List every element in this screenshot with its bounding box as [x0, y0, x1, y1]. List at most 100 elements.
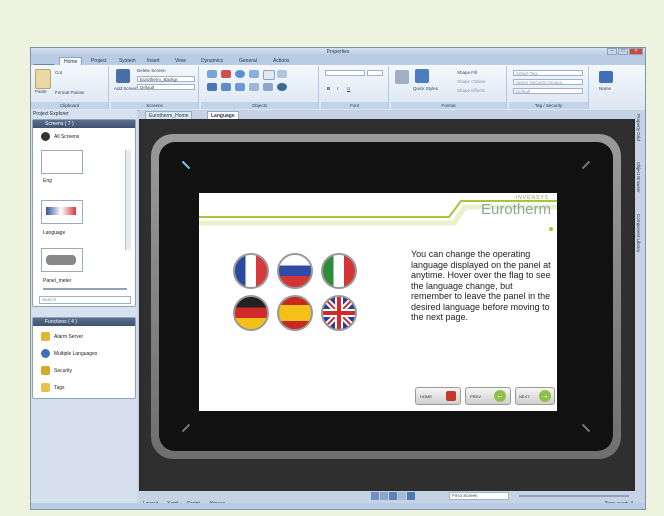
group-label-font: Font — [321, 102, 388, 109]
cut-button[interactable]: Cut — [55, 70, 62, 75]
italy-flag[interactable] — [321, 253, 357, 289]
italic-button[interactable]: I — [337, 86, 338, 91]
default-select[interactable]: Default — [137, 84, 195, 90]
image-icon[interactable] — [249, 70, 259, 78]
tab-insert[interactable]: Insert — [143, 57, 164, 65]
trend-icon[interactable] — [221, 83, 231, 91]
germany-flag[interactable] — [233, 295, 269, 331]
screen-label-language: Language — [43, 230, 66, 236]
screen-search-input[interactable]: Search — [39, 296, 131, 304]
globe-icon — [41, 349, 50, 358]
name-icon[interactable] — [599, 71, 613, 83]
switch-icon[interactable] — [263, 83, 273, 91]
document-tabs: Eurotherm_Home Language — [139, 110, 637, 119]
group-tag-security: Select Tag... Select Security Groups... … — [509, 66, 589, 109]
screens-scrollbar[interactable] — [125, 150, 131, 250]
gauge-icon[interactable] — [235, 83, 245, 91]
format-painter-button[interactable]: Format Painter — [55, 90, 85, 95]
close-button[interactable]: × — [629, 48, 643, 55]
add-screen-button[interactable]: Add Screen — [114, 86, 138, 91]
text-icon[interactable] — [263, 70, 275, 80]
quick-styles-button[interactable]: Quick Styles — [413, 86, 438, 91]
russia-flag[interactable] — [277, 253, 313, 289]
view-icon[interactable] — [389, 492, 397, 500]
doc-tab-language[interactable]: Language — [207, 111, 239, 119]
next-button-label: NEXT — [519, 394, 530, 399]
tab-project[interactable]: Project — [87, 57, 111, 65]
paste-label: Paste — [35, 89, 47, 94]
tab-dynamics[interactable]: Dynamics — [197, 57, 227, 65]
underline-button[interactable]: U — [347, 86, 350, 91]
name-button[interactable]: Name — [599, 86, 611, 91]
select-security-groups-field[interactable]: Select Security Groups... — [513, 79, 583, 85]
shape-effects-button[interactable]: Shape Effects — [457, 88, 485, 93]
title-bar: Properties – □ × — [31, 48, 645, 56]
paste-icon[interactable] — [35, 69, 51, 89]
alarm-bell-icon — [41, 332, 50, 341]
uk-flag[interactable] — [321, 295, 357, 331]
all-screens-icon — [41, 132, 50, 141]
side-tab-component-library[interactable]: Component Library — [636, 214, 641, 252]
side-tab-property-grid[interactable]: Property Grid — [636, 114, 641, 141]
shape-outline-button[interactable]: Shape Outline — [457, 79, 486, 84]
project-explorer-title: Project Explorer — [33, 111, 69, 117]
tab-home[interactable]: Home — [59, 57, 83, 65]
font-family-select[interactable] — [325, 70, 365, 76]
doc-tab-eurotherm-home[interactable]: Eurotherm_Home — [145, 111, 193, 119]
view-icon[interactable] — [371, 492, 379, 500]
group-font: B I U Font — [321, 66, 389, 109]
screen-thumb-eng[interactable] — [41, 150, 83, 174]
home-button[interactable]: HOME — [415, 387, 461, 405]
ellipse-icon[interactable] — [235, 70, 245, 78]
view-icon[interactable] — [407, 492, 415, 500]
screens-header[interactable]: Screens ( 7 ) — [33, 120, 135, 128]
group-label-clipboard: Clipboard — [31, 102, 108, 109]
spain-flag[interactable] — [277, 295, 313, 331]
side-tab-object-browser[interactable]: Object Browser — [636, 162, 641, 193]
view-icon[interactable] — [398, 492, 406, 500]
tab-general[interactable]: General — [235, 57, 261, 65]
arrange-icon[interactable] — [395, 70, 409, 84]
screen-label-panel-meter: Panel_meter — [43, 278, 72, 284]
zoom-slider[interactable] — [519, 495, 629, 497]
shape-icon[interactable] — [207, 70, 217, 78]
thumbnail-size-slider[interactable] — [43, 288, 127, 290]
home-icon — [446, 391, 456, 401]
tab-system[interactable]: System — [115, 57, 140, 65]
slider-icon[interactable] — [249, 83, 259, 91]
screen-thumb-language[interactable] — [41, 200, 83, 224]
line-icon[interactable] — [221, 70, 231, 78]
project-explorer: Project Explorer Screens ( 7 ) All Scree… — [31, 110, 137, 509]
design-canvas[interactable]: INVENSYS Eurotherm You can change the op… — [141, 119, 633, 491]
status-bar — [31, 503, 645, 509]
add-screen-icon[interactable] — [116, 69, 130, 83]
background-select[interactable]: Eurotherm_Backgr — [137, 76, 195, 82]
next-button[interactable]: NEXT → — [515, 387, 555, 405]
side-panel-tabs: Property Grid Object Browser Component L… — [635, 110, 645, 509]
bold-button[interactable]: B — [327, 86, 330, 91]
tab-view[interactable]: View — [171, 57, 190, 65]
group-screens: Add Screen Delete Screen Eurotherm_Backg… — [111, 66, 199, 109]
screen-thumb-panel-meter[interactable] — [41, 248, 83, 272]
home-button-label: HOME — [420, 394, 432, 399]
delete-screen-button[interactable]: Delete Screen — [137, 68, 166, 73]
font-size-select[interactable] — [367, 70, 383, 76]
functions-header[interactable]: Functions ( 4 ) — [33, 318, 135, 326]
lock-icon — [41, 366, 50, 375]
tag-default-field[interactable]: Default — [513, 88, 583, 94]
view-icon[interactable] — [380, 492, 388, 500]
france-flag[interactable] — [233, 253, 269, 289]
prev-button[interactable]: PREV ← — [465, 387, 511, 405]
chart-icon[interactable] — [207, 83, 217, 91]
zoom-select[interactable]: Fit to Screen — [449, 492, 509, 500]
tab-actions[interactable]: Actions — [269, 57, 293, 65]
minimize-button[interactable]: – — [607, 48, 617, 55]
prev-button-label: PREV — [470, 394, 481, 399]
select-tag-field[interactable]: Select Tag... — [513, 70, 583, 76]
button-icon[interactable] — [277, 70, 287, 78]
maximize-button[interactable]: □ — [618, 48, 628, 55]
functions-panel: Functions ( 4 ) Alarm Server Multiple La… — [32, 317, 136, 399]
shape-fill-button[interactable]: Shape Fill — [457, 70, 477, 75]
meter-icon[interactable] — [277, 83, 287, 91]
quick-styles-icon[interactable] — [415, 69, 429, 83]
